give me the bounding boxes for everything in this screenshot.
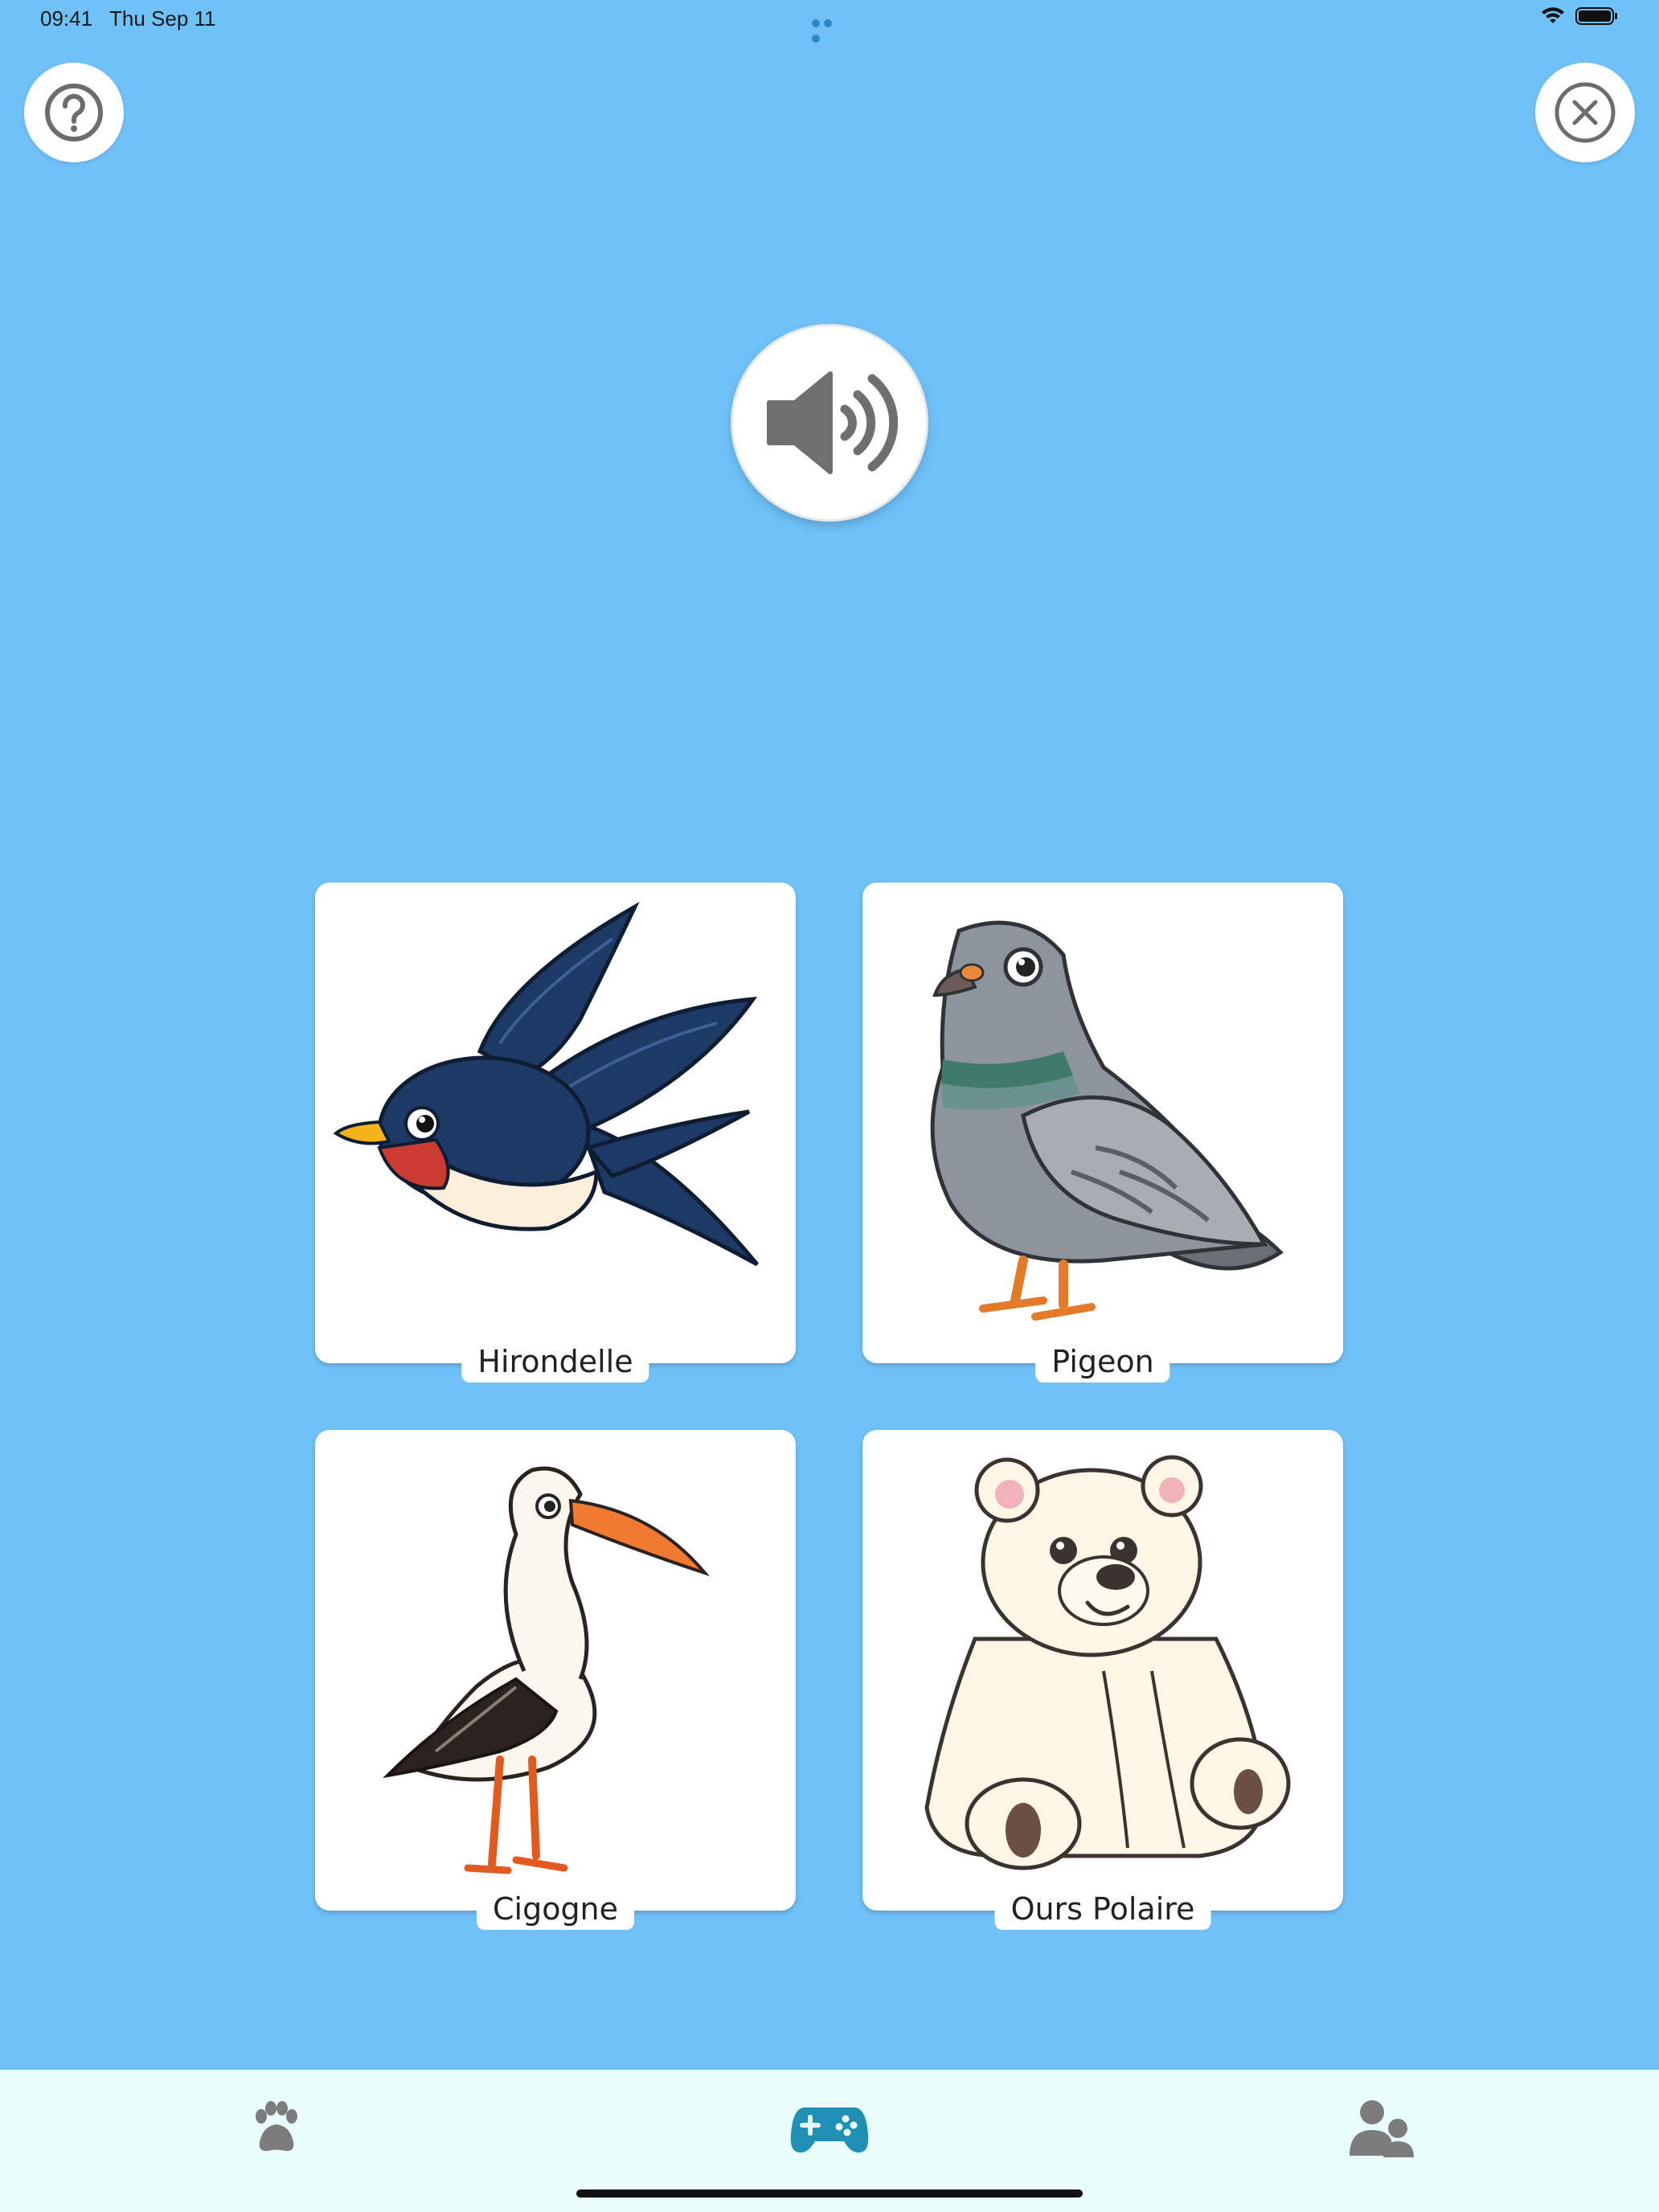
swallow-image [333,901,759,1267]
tab-games[interactable] [781,2092,878,2165]
card-label: Pigeon [1035,1342,1170,1382]
home-indicator[interactable] [576,2189,1083,2198]
multitasking-dots-icon[interactable] [812,15,847,43]
card-label: Cigogne [476,1890,635,1930]
answer-card-hirondelle[interactable]: Hirondelle [315,883,796,1382]
stork-image [383,1466,711,1874]
polar-bear-image [924,1455,1291,1870]
paw-icon [256,2101,297,2152]
close-circle-icon [1555,82,1616,143]
play-sound-button[interactable] [733,326,926,519]
answer-card-pigeon[interactable]: Pigeon [862,883,1343,1382]
status-bar: 09:41 Thu Sep 11 [0,0,1659,43]
speaker-volume-icon [767,371,898,474]
card-label: Hirondelle [461,1342,649,1382]
answer-card-cigogne[interactable]: Cigogne [315,1430,796,1930]
status-time: 09:41 [40,6,93,31]
card-label: Ours Polaire [994,1890,1211,1930]
status-indicators [1540,6,1619,26]
wifi-icon [1542,7,1564,23]
tab-animals[interactable] [228,2092,325,2165]
profiles-icon [1350,2100,1414,2157]
help-button[interactable] [24,63,124,162]
gamepad-icon [790,2108,869,2153]
status-date: Thu Sep 11 [109,6,216,31]
tab-profiles[interactable] [1334,2092,1431,2165]
answer-card-ours-polaire[interactable]: Ours Polaire [862,1430,1343,1930]
question-circle-icon [45,84,103,141]
pigeon-image [930,920,1284,1321]
close-button[interactable] [1535,63,1635,162]
battery-icon [1575,7,1617,25]
